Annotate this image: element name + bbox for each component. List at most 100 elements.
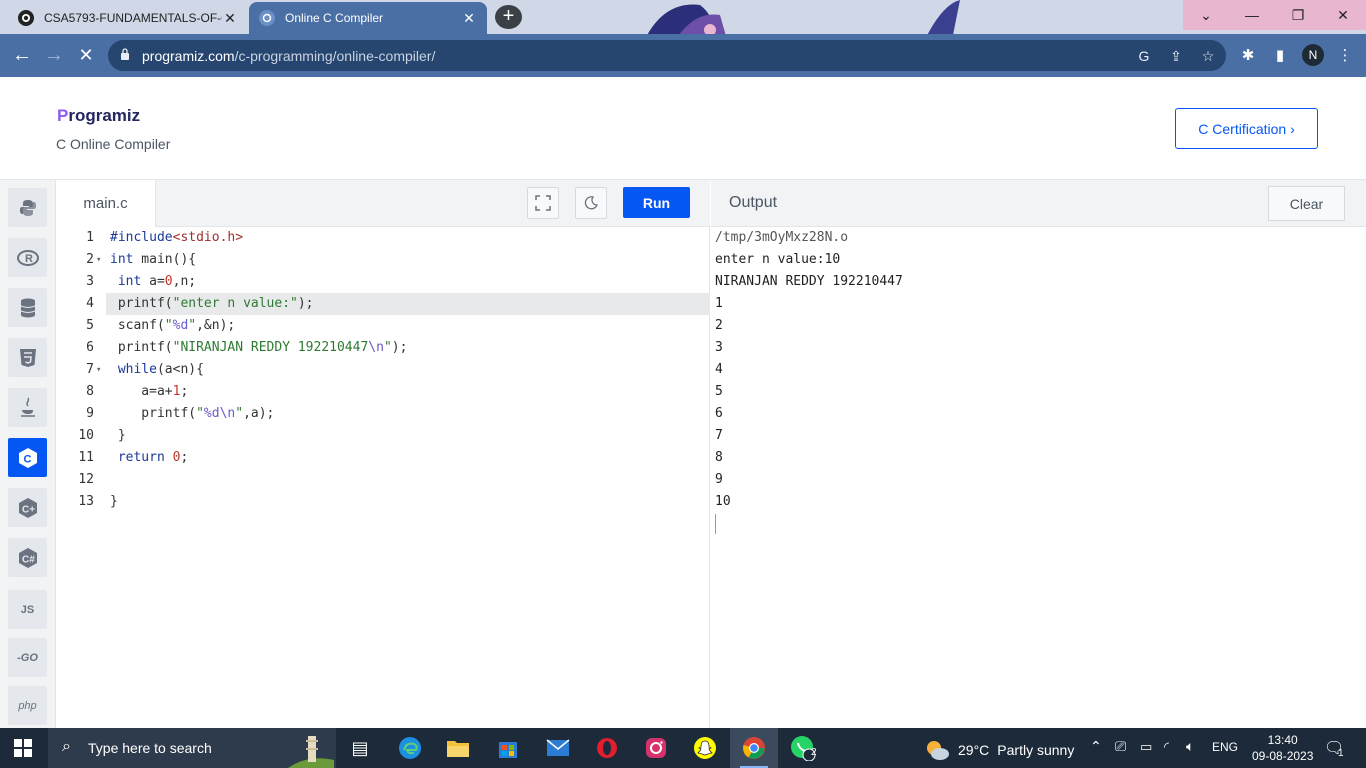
back-icon[interactable]: ← — [10, 44, 34, 68]
line-number: 12 — [78, 472, 94, 487]
close-tab-icon[interactable]: ✕ — [222, 10, 238, 27]
file-tab-main-c[interactable]: main.c — [56, 180, 156, 227]
tab-online-c-compiler[interactable]: Online C Compiler ✕ — [249, 2, 487, 34]
menu-kebab-icon[interactable]: ⋮ — [1335, 46, 1355, 66]
code-text: a=a+1; — [110, 384, 189, 399]
code-text: #include<stdio.h> — [110, 230, 244, 245]
code-line: 13 } — [56, 491, 710, 513]
profile-avatar[interactable]: N — [1302, 44, 1324, 66]
line-number: 2 — [86, 252, 94, 267]
output-line: 8 — [715, 450, 723, 465]
r-icon[interactable]: R — [8, 238, 47, 277]
show-hidden-icons-chevron-icon[interactable]: ⌃ — [1090, 738, 1102, 755]
line-number: 5 — [86, 318, 94, 333]
whatsapp-icon[interactable]: 2 — [779, 728, 827, 768]
volume-icon[interactable]: 🔈︎ — [1186, 738, 1194, 755]
page-subtitle: C Online Compiler — [56, 136, 171, 152]
code-line: 4 printf("enter n value:"); — [56, 293, 710, 315]
cpp-icon[interactable]: C+ — [8, 488, 47, 527]
battery-icon[interactable]: ▭ — [1140, 739, 1152, 755]
run-button[interactable]: Run — [623, 187, 690, 218]
chrome-icon[interactable] — [730, 728, 778, 768]
code-line: 2 ▾ int main(){ — [56, 249, 710, 271]
php-icon[interactable]: php — [8, 686, 47, 725]
weather-widget[interactable]: 29°C Partly sunny — [924, 739, 1074, 761]
opera-icon[interactable] — [583, 728, 631, 768]
line-number: 4 — [86, 296, 94, 311]
tab-search-chevron-icon[interactable]: ⌄ — [1183, 0, 1229, 30]
java-icon[interactable] — [8, 388, 47, 427]
python-icon[interactable] — [8, 188, 47, 227]
taskbar-search-box[interactable]: ⌕ Type here to search — [48, 728, 336, 768]
csharp-icon[interactable]: C# — [8, 538, 47, 577]
output-line: 3 — [715, 340, 723, 355]
snapchat-icon[interactable] — [681, 728, 729, 768]
dark-mode-moon-icon[interactable] — [575, 187, 607, 219]
language-indicator[interactable]: ENG — [1212, 740, 1238, 754]
meet-now-icon[interactable]: ⎚ — [1115, 738, 1126, 755]
html-icon[interactable] — [8, 338, 47, 377]
programiz-logo[interactable]: Programiz — [57, 106, 140, 126]
fullscreen-icon[interactable] — [527, 187, 559, 219]
go-icon[interactable]: -GO — [8, 638, 47, 677]
output-header: Output Clear — [711, 180, 1366, 227]
clear-button[interactable]: Clear — [1268, 186, 1345, 221]
edge-icon[interactable] — [386, 728, 434, 768]
code-text: printf("enter n value:"); — [110, 296, 314, 311]
system-clock[interactable]: 13:40 09-08-2023 — [1252, 732, 1313, 764]
restore-button[interactable]: ❐ — [1275, 0, 1321, 30]
file-explorer-icon[interactable] — [434, 728, 482, 768]
minimize-button[interactable]: — — [1229, 0, 1275, 30]
code-line: 7 ▾ while(a<n){ — [56, 359, 710, 381]
close-tab-icon[interactable]: ✕ — [461, 10, 477, 27]
output-line: 2 — [715, 318, 723, 333]
whatsapp-badge: 2 — [811, 747, 817, 758]
output-title: Output — [729, 194, 778, 211]
code-text: scanf("%d",&n); — [110, 318, 236, 333]
google-icon[interactable]: G — [1134, 46, 1154, 66]
line-number: 8 — [86, 384, 94, 399]
windows-start-icon[interactable] — [14, 739, 32, 757]
new-tab-button[interactable]: + — [495, 5, 522, 29]
instagram-icon[interactable] — [632, 728, 680, 768]
fold-chevron-icon[interactable]: ▾ — [96, 359, 101, 381]
stop-loading-icon[interactable]: ✕ — [74, 44, 98, 68]
svg-text:C#: C# — [22, 554, 35, 565]
output-line: /tmp/3mOyMxz28N.o — [715, 230, 849, 245]
search-placeholder: Type here to search — [88, 740, 212, 756]
address-bar[interactable]: programiz.com/c-programming/online-compi… — [108, 40, 1226, 71]
tab-github[interactable]: CSA5793-FUNDAMENTALS-OF-C ✕ — [8, 2, 248, 34]
code-line: 5 scanf("%d",&n); — [56, 315, 710, 337]
code-line: 10 } — [56, 425, 710, 447]
side-panel-icon[interactable]: ▮ — [1270, 46, 1290, 66]
line-number: 1 — [86, 230, 94, 245]
javascript-icon[interactable]: JS — [8, 590, 47, 629]
c-icon[interactable]: C — [8, 438, 47, 477]
code-line: 11 return 0; — [56, 447, 710, 469]
close-window-button[interactable]: ✕ — [1320, 0, 1366, 30]
code-editor[interactable]: 1 #include<stdio.h> 2 ▾ int main(){ 3 in… — [56, 227, 710, 728]
task-view-icon[interactable]: ▤ — [336, 728, 384, 768]
forward-icon[interactable]: → — [42, 44, 66, 68]
code-line: 6 printf("NIRANJAN REDDY 192210447\n"); — [56, 337, 710, 359]
mail-icon[interactable] — [534, 728, 582, 768]
wifi-icon[interactable]: ◜ — [1164, 739, 1169, 755]
microsoft-store-icon[interactable] — [484, 728, 532, 768]
fold-chevron-icon[interactable]: ▾ — [96, 249, 101, 271]
bookmark-star-icon[interactable]: ☆ — [1198, 46, 1218, 66]
output-line: 9 — [715, 472, 723, 487]
line-number: 3 — [86, 274, 94, 289]
site-header: Programiz C Online Compiler C Certificat… — [0, 77, 1366, 180]
share-icon[interactable]: ⇪ — [1166, 46, 1186, 66]
extensions-icon[interactable]: ✱ — [1238, 46, 1258, 66]
url-text: programiz.com/c-programming/online-compi… — [142, 48, 435, 64]
logo-text: rogramiz — [68, 106, 141, 125]
logo-initial: P — [57, 106, 69, 125]
output-line: enter n value:10 — [715, 252, 841, 267]
c-certification-button[interactable]: C Certification › — [1175, 108, 1318, 149]
output-console[interactable]: /tmp/3mOyMxz28N.o enter n value:10 NIRAN… — [711, 227, 1366, 728]
code-text: return 0; — [117, 450, 189, 465]
output-line: 1 — [715, 296, 723, 311]
sql-icon[interactable] — [8, 288, 47, 327]
code-text: printf("%d\n",a); — [110, 406, 275, 421]
